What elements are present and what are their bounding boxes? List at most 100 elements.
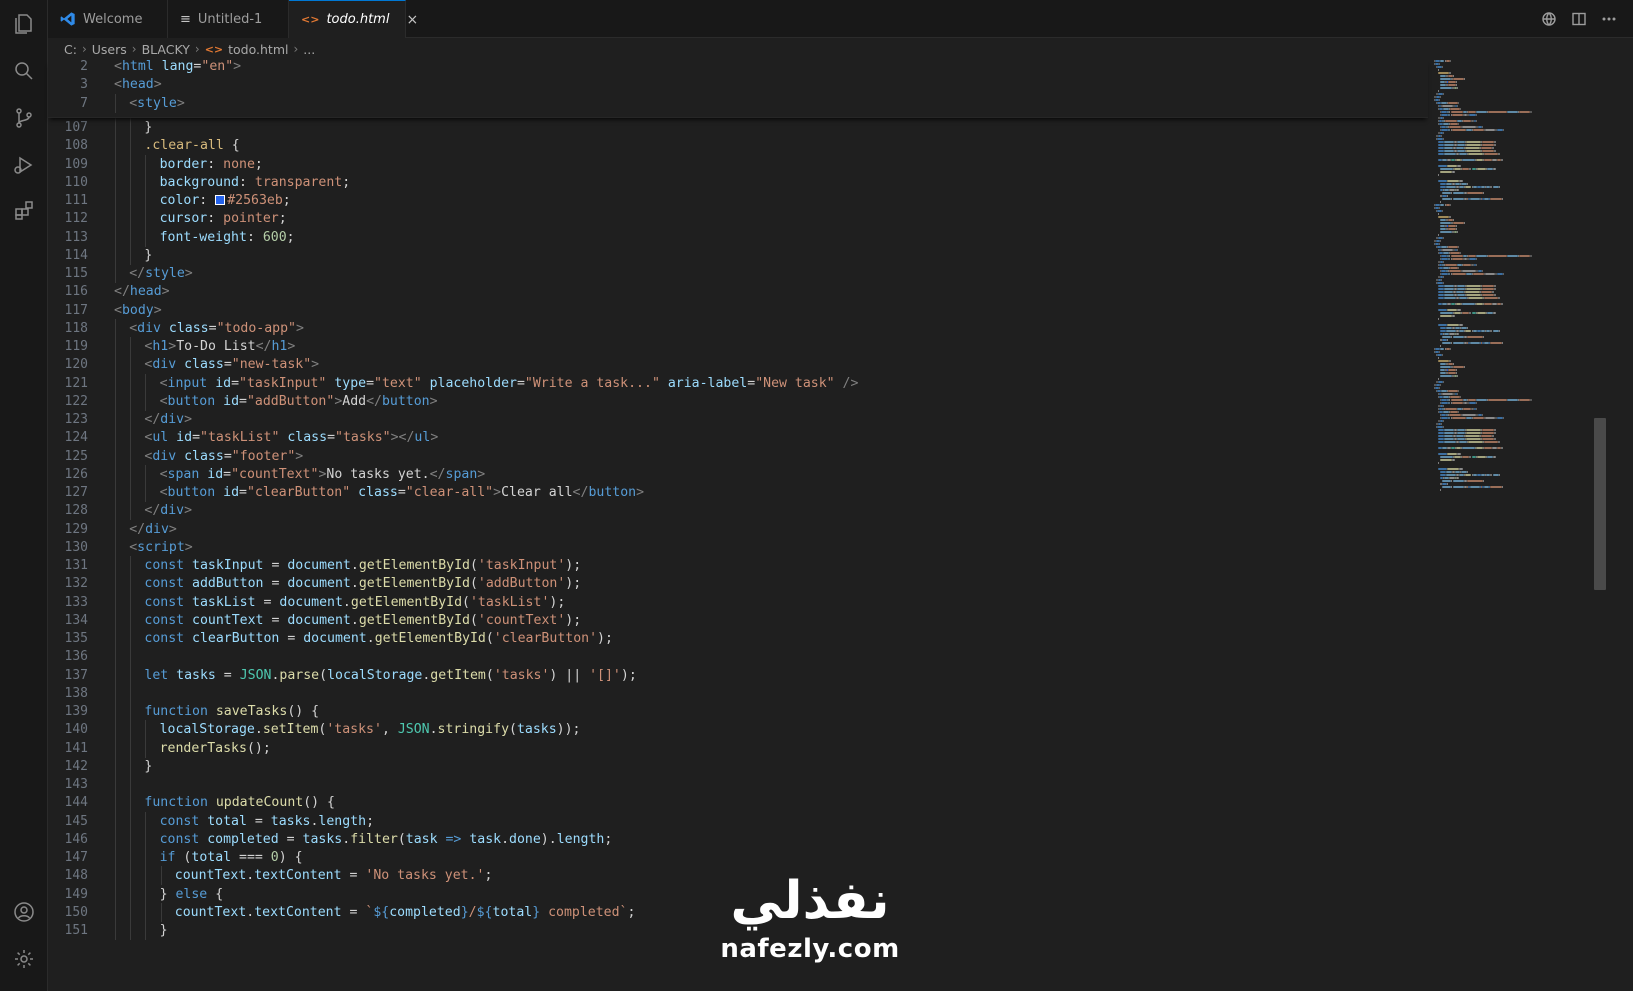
minimap-stroke	[1466, 144, 1482, 146]
minimap-stroke	[1456, 393, 1458, 395]
code-line[interactable]: 144 function updateCount() {	[48, 793, 1428, 813]
minimap-stroke	[1468, 153, 1484, 155]
indent-guide	[115, 537, 116, 557]
code-token: renderTasks	[159, 740, 247, 756]
tab-untitled-1[interactable]: ≡ Untitled-1	[168, 0, 289, 38]
accounts-icon[interactable]	[10, 898, 38, 926]
code-line[interactable]: 130 <script>	[48, 537, 1428, 557]
code-line[interactable]: 111 color: #2563eb;	[48, 191, 1428, 210]
scrollbar-thumb[interactable]	[1594, 418, 1606, 590]
code-line[interactable]: 115 </style>	[48, 264, 1428, 283]
code-line[interactable]: 128 </div>	[48, 501, 1428, 521]
code-line[interactable]: 140 localStorage.setItem('tasks', JSON.st…	[48, 720, 1428, 740]
code-line[interactable]: 117 <body>	[48, 301, 1428, 320]
settings-gear-icon[interactable]	[10, 945, 38, 973]
minimap-stroke	[1460, 252, 1462, 254]
code-editor[interactable]: 2 <html lang="en"> 3 <head> 7 <style> 107} 108…	[48, 57, 1428, 991]
minimap-stroke	[1441, 129, 1449, 131]
code-token: <	[114, 59, 122, 74]
code-line[interactable]: 120 <div class="new-task">	[48, 355, 1428, 375]
code-line[interactable]: 139 function saveTasks() {	[48, 702, 1428, 721]
code-line[interactable]: 7 <style>	[48, 93, 1428, 113]
minimap-stroke	[1493, 429, 1496, 431]
breadcrumb-user[interactable]: BLACKY	[142, 42, 190, 57]
code-line[interactable]: 141 renderTasks();	[48, 738, 1428, 758]
code-line[interactable]: 131 const taskInput = document.getElement…	[48, 556, 1428, 575]
breadcrumb-folder[interactable]: Users	[92, 42, 127, 57]
code-line[interactable]: 109 border: none;	[48, 154, 1428, 174]
search-icon[interactable]	[10, 57, 38, 85]
more-actions-icon[interactable]	[1601, 11, 1617, 27]
code-line[interactable]: 132 const addButton = document.getElement…	[48, 574, 1428, 594]
code-token: "clear-all"	[405, 485, 494, 500]
code-line[interactable]: 113 font-weight: 600;	[48, 227, 1428, 247]
code-line[interactable]: 112 cursor: pointer;	[48, 209, 1428, 229]
code-line[interactable]: 127 <button id="clearButton" class="clear…	[48, 483, 1428, 502]
explorer-icon[interactable]	[10, 10, 38, 38]
code-line[interactable]: 126 <span id="countText">No tasks yet.</s…	[48, 464, 1428, 484]
code-token: length	[318, 813, 367, 829]
code-line[interactable]: 143	[48, 775, 1428, 794]
run-debug-icon[interactable]	[10, 151, 38, 179]
code-line[interactable]: 107}	[48, 118, 1428, 137]
tab-welcome[interactable]: Welcome	[48, 0, 168, 38]
code-line[interactable]: 121 <input id="taskInput" type="text" pla…	[48, 373, 1428, 393]
code-line[interactable]: 145 const total = tasks.length;	[48, 811, 1428, 831]
code-line[interactable]: 129 </div>	[48, 519, 1428, 539]
tab-actions	[1541, 0, 1617, 38]
breadcrumb-more[interactable]: ...	[303, 42, 315, 57]
split-editor-icon[interactable]	[1571, 11, 1587, 27]
extensions-icon[interactable]	[10, 197, 38, 225]
code-line[interactable]: 108 .clear-all {	[48, 136, 1428, 156]
code-line[interactable]: 124 <ul id="taskList" class="tasks"></ul>	[48, 428, 1428, 448]
code-token: style	[137, 95, 177, 111]
code-token: "clearButton"	[246, 485, 359, 500]
code-line[interactable]: 118 <div class="todo-app">	[48, 318, 1428, 338]
code-line[interactable]: 142}	[48, 756, 1428, 776]
code-line[interactable]: 147 if (total === 0) {	[48, 848, 1428, 867]
close-tab-icon[interactable]: ×	[406, 12, 418, 28]
code-line[interactable]: 123 </div>	[48, 410, 1428, 429]
code-line[interactable]: 3 <head>	[48, 75, 1428, 94]
code-line[interactable]: 125 <div class="footer">	[48, 446, 1428, 466]
code-line[interactable]: 114}	[48, 245, 1428, 265]
code-token: tasks	[270, 813, 311, 829]
code-line[interactable]: 134 const countText = document.getElement…	[48, 610, 1428, 630]
code-line[interactable]: 133 const taskList = document.getElementB…	[48, 592, 1428, 612]
code-line[interactable]: 135 const clearButton = document.getEleme…	[48, 629, 1428, 648]
code-line[interactable]: 110 background: transparent;	[48, 172, 1428, 192]
globe-preview-icon[interactable]	[1541, 11, 1557, 27]
code-line[interactable]: 146 const completed = tasks.filter(task =…	[48, 829, 1428, 849]
breadcrumb-drive[interactable]: C:	[64, 42, 77, 57]
code-token: =	[263, 558, 288, 573]
tab-todo-html[interactable]: <> todo.html ×	[289, 0, 418, 38]
indent-guide	[115, 683, 116, 703]
color-swatch-icon[interactable]	[215, 195, 226, 205]
source-control-icon[interactable]	[10, 104, 38, 132]
code-token: </	[129, 266, 146, 281]
line-number: 138	[64, 685, 88, 701]
minimap-stroke	[1444, 438, 1454, 440]
minimap[interactable]	[1430, 60, 1540, 491]
code-token: ) {	[278, 850, 303, 865]
minimap-stroke	[1530, 399, 1533, 401]
code-line[interactable]: 116 </head>	[48, 282, 1428, 301]
code-line[interactable]: 138	[48, 683, 1428, 703]
tab-label: todo.html	[326, 12, 390, 27]
minimap-stroke	[1452, 198, 1465, 200]
minimap-stroke	[1443, 396, 1449, 398]
breadcrumb-file[interactable]: todo.html	[228, 42, 288, 57]
watermark-arabic-text: نفذلي	[730, 871, 890, 931]
code-line[interactable]: 137 let tasks = JSON.parse(localStorage.g…	[48, 665, 1428, 685]
minimap-stroke	[1475, 114, 1477, 116]
minimap-stroke	[1455, 333, 1459, 335]
code-line[interactable]: 2 <html lang="en">	[48, 57, 1428, 76]
minimap-stroke	[1446, 330, 1456, 332]
minimap-stroke	[1442, 192, 1452, 194]
code-token: total	[492, 904, 533, 920]
code-token: task	[469, 831, 502, 847]
indent-guide	[115, 209, 116, 229]
code-line[interactable]: 136	[48, 647, 1428, 667]
code-line[interactable]: 122 <button id="addButton">Add</button>	[48, 391, 1428, 411]
code-line[interactable]: 119 <h1>To-Do List</h1>	[48, 337, 1428, 356]
